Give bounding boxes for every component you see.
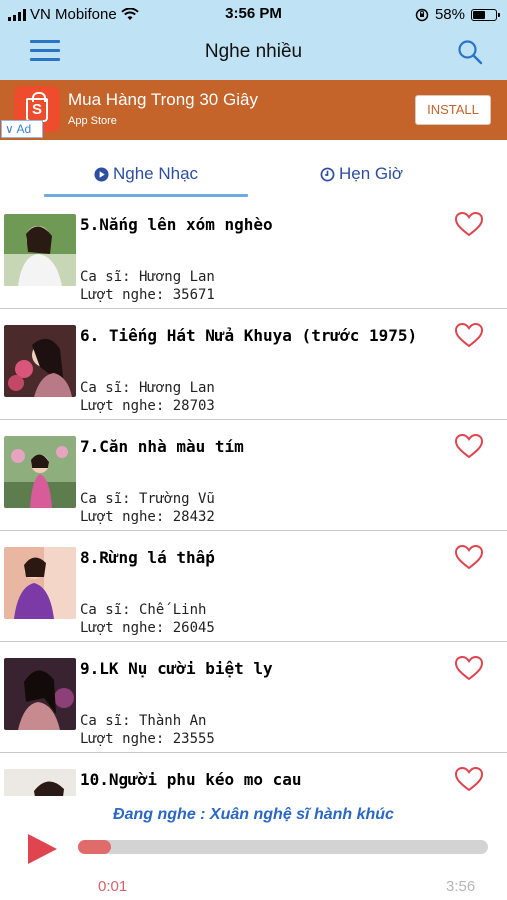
song-title: 9.LK Nụ cười biệt ly: [80, 659, 273, 678]
song-play-count: Lượt nghe: 23555: [80, 731, 215, 747]
song-title: 10.Người phu kéo mo cau: [80, 770, 302, 789]
song-singer: Ca sĩ: Hương Lan: [80, 380, 215, 396]
battery-icon: [471, 8, 500, 21]
ad-badge[interactable]: ∨ Ad: [1, 120, 43, 138]
heart-icon[interactable]: [454, 765, 484, 793]
heart-icon[interactable]: [454, 432, 484, 460]
song-play-count: Lượt nghe: 26045: [80, 620, 215, 636]
song-list: 5.Nắng lên xóm nghèo Ca sĩ: Hương Lan Lư…: [0, 198, 507, 796]
now-playing-label: Đang nghe : Xuân nghệ sĩ hành khúc: [113, 806, 394, 823]
heart-icon[interactable]: [454, 654, 484, 682]
song-title: 6. Tiếng Hát Nửa Khuya (trước 1975): [80, 326, 418, 345]
song-singer: Ca sĩ: Trường Vũ: [80, 491, 215, 507]
play-circle-icon: [94, 166, 109, 182]
song-row[interactable]: 9.LK Nụ cười biệt ly Ca sĩ: Thành An Lượ…: [0, 642, 507, 753]
tab-hen-gio[interactable]: Hẹn Giờ: [320, 164, 403, 184]
heart-icon[interactable]: [454, 321, 484, 349]
song-row[interactable]: 10.Người phu kéo mo cau: [0, 753, 507, 796]
song-title: 8.Rừng lá thấp: [80, 548, 215, 567]
song-row[interactable]: 6. Tiếng Hát Nửa Khuya (trước 1975) Ca s…: [0, 309, 507, 420]
song-thumbnail: [4, 547, 76, 619]
song-play-count: Lượt nghe: 35671: [80, 287, 215, 303]
audio-player: Đang nghe : Xuân nghệ sĩ hành khúc 0:01 …: [0, 796, 507, 900]
song-title: 5.Nắng lên xóm nghèo: [80, 215, 273, 234]
song-thumbnail: [4, 214, 76, 286]
app-screen: VN Mobifone 3:56 PM 58% Nghe nhiều S Mua…: [0, 0, 507, 900]
heart-icon[interactable]: [454, 543, 484, 571]
song-thumbnail: [4, 658, 76, 730]
current-time: 0:01: [98, 878, 128, 895]
total-time: 3:56: [446, 878, 476, 895]
heart-icon[interactable]: [454, 210, 484, 238]
ad-banner[interactable]: S Mua Hàng Trong 30 Giây App Store INSTA…: [0, 80, 507, 140]
tab-nghe-nhac[interactable]: Nghe Nhạc: [94, 164, 198, 184]
tab-label: Hẹn Giờ: [339, 164, 404, 183]
battery-percent: 58%: [434, 6, 465, 23]
tab-bar: Nghe Nhạc Hẹn Giờ: [0, 140, 507, 198]
battery-level: [473, 10, 486, 19]
chevron-down-icon: ∨: [5, 122, 14, 136]
song-row[interactable]: 7.Căn nhà màu tím Ca sĩ: Trường Vũ Lượt …: [0, 420, 507, 531]
song-thumbnail: [4, 769, 76, 796]
song-play-count: Lượt nghe: 28703: [80, 398, 215, 414]
ad-subtitle: App Store: [68, 115, 117, 127]
status-right: 58%: [415, 6, 500, 23]
song-row[interactable]: 5.Nắng lên xóm nghèo Ca sĩ: Hương Lan Lư…: [0, 198, 507, 309]
song-thumbnail: [4, 436, 76, 508]
orientation-lock-icon: [415, 8, 429, 21]
ad-title: Mua Hàng Trong 30 Giây: [68, 90, 258, 109]
page-title: Nghe nhiều: [204, 41, 303, 62]
tab-label: Nghe Nhạc: [113, 164, 199, 183]
search-icon[interactable]: [456, 38, 484, 66]
song-singer: Ca sĩ: Hương Lan: [80, 269, 215, 285]
song-play-count: Lượt nghe: 28432: [80, 509, 215, 525]
song-singer: Ca sĩ: Chế Linh: [80, 602, 207, 618]
song-row[interactable]: 8.Rừng lá thấp Ca sĩ: Chế Linh Lượt nghe…: [0, 531, 507, 642]
install-button[interactable]: INSTALL: [415, 95, 491, 125]
tab-active-indicator: [44, 194, 248, 197]
song-thumbnail: [4, 325, 76, 397]
ad-badge-label: Ad: [16, 122, 32, 136]
clock-icon: [320, 167, 335, 181]
play-icon[interactable]: [25, 832, 59, 866]
bag-glyph: S: [26, 92, 48, 122]
song-title: 7.Căn nhà màu tím: [80, 437, 244, 456]
song-singer: Ca sĩ: Thành An: [80, 713, 207, 729]
header: VN Mobifone 3:56 PM 58% Nghe nhiều: [0, 0, 507, 80]
status-bar: VN Mobifone 3:56 PM 58%: [0, 0, 507, 28]
progress-fill: [78, 840, 111, 854]
progress-bar[interactable]: [78, 840, 488, 854]
